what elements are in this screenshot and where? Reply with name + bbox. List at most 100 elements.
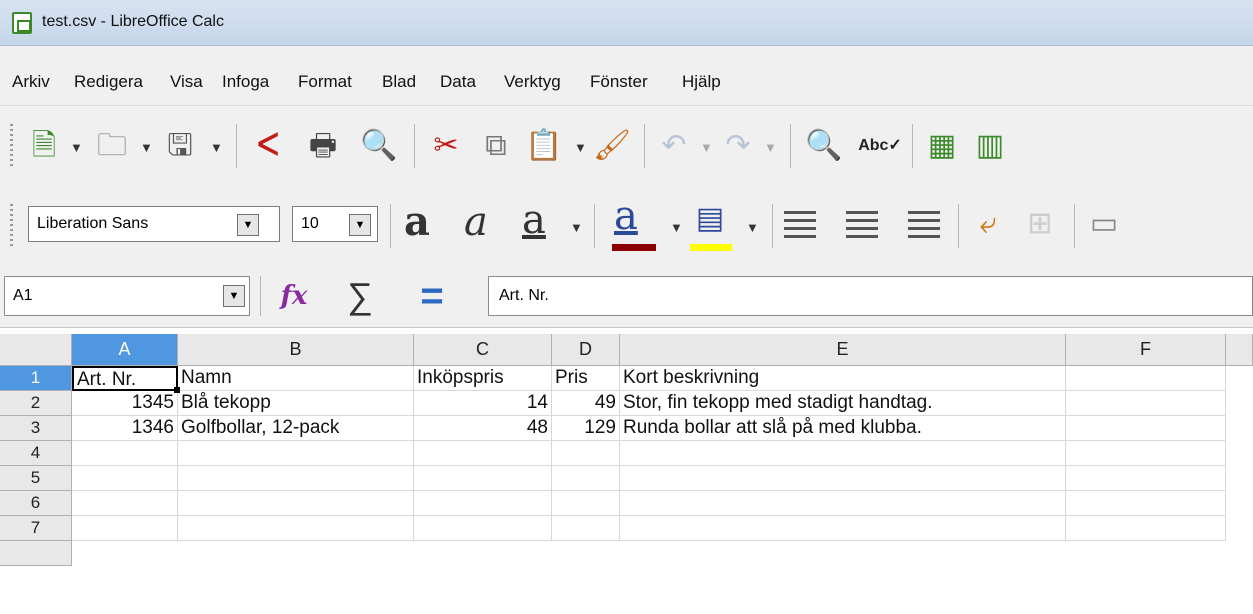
italic-icon[interactable]: a — [464, 202, 488, 242]
cell-d4[interactable] — [552, 441, 620, 466]
cell-b7[interactable] — [178, 516, 414, 541]
underline-dropdown-arrow[interactable]: ▼ — [570, 220, 583, 235]
cell-c4[interactable] — [414, 441, 552, 466]
function-wizard-icon[interactable]: fx — [274, 278, 314, 314]
column-header-b[interactable]: B — [178, 334, 414, 366]
name-box-dropdown-icon[interactable]: ▼ — [223, 285, 245, 307]
print-preview-icon[interactable]: 🔍 — [360, 128, 398, 164]
cell-a1[interactable]: Art. Nr. — [72, 366, 180, 393]
cell-a5[interactable] — [72, 466, 178, 491]
cell-d2[interactable]: 49 — [552, 391, 620, 416]
insert-row-icon[interactable]: ▦ — [924, 128, 960, 164]
cell-a2[interactable]: 1345 — [72, 391, 178, 416]
cell-e7[interactable] — [620, 516, 1066, 541]
cell-e2[interactable]: Stor, fin tekopp med stadigt handtag. — [620, 391, 1066, 416]
menu-fonster[interactable]: Fönster — [590, 72, 648, 92]
menu-data[interactable]: Data — [440, 72, 476, 92]
cut-icon[interactable]: ✂ — [428, 128, 464, 164]
align-top-icon[interactable]: ▭ — [1086, 206, 1122, 242]
open-dropdown-arrow[interactable]: ▼ — [140, 140, 153, 155]
row-header-7[interactable]: 7 — [0, 516, 72, 541]
column-header-g[interactable] — [1226, 334, 1253, 366]
cell-a3[interactable]: 1346 — [72, 416, 178, 441]
highlight-dropdown-arrow[interactable]: ▼ — [746, 220, 759, 235]
name-box[interactable]: A1 ▼ — [4, 276, 250, 316]
cell-e4[interactable] — [620, 441, 1066, 466]
cell-a6[interactable] — [72, 491, 178, 516]
cell-e6[interactable] — [620, 491, 1066, 516]
insert-column-icon[interactable]: ▥ — [972, 128, 1008, 164]
row-header-1[interactable]: 1 — [0, 366, 72, 391]
new-dropdown-arrow[interactable]: ▼ — [70, 140, 83, 155]
sum-icon[interactable]: ∑ — [340, 276, 380, 316]
clone-formatting-icon[interactable]: 🖌 — [593, 128, 631, 164]
undo-dropdown-arrow[interactable]: ▼ — [700, 140, 713, 155]
select-all-corner[interactable] — [0, 334, 72, 366]
row-header-4[interactable]: 4 — [0, 441, 72, 466]
font-color-icon[interactable]: a — [614, 196, 638, 236]
cell-b1[interactable]: Namn — [178, 366, 414, 391]
cell-d5[interactable] — [552, 466, 620, 491]
cell-b3[interactable]: Golfbollar, 12-pack — [178, 416, 414, 441]
cell-e3[interactable]: Runda bollar att slå på med klubba. — [620, 416, 1066, 441]
open-icon[interactable]: 🗀 — [92, 128, 132, 164]
column-header-e[interactable]: E — [620, 334, 1066, 366]
save-dropdown-arrow[interactable]: ▼ — [210, 140, 223, 155]
font-name-dropdown-icon[interactable]: ▼ — [237, 214, 259, 236]
formula-icon[interactable]: = — [412, 276, 452, 316]
font-size-combo[interactable]: 10 ▼ — [292, 206, 378, 242]
cell-c5[interactable] — [414, 466, 552, 491]
font-color-dropdown-arrow[interactable]: ▼ — [670, 220, 683, 235]
row-header-3[interactable]: 3 — [0, 416, 72, 441]
cell-f5[interactable] — [1066, 466, 1226, 491]
menu-verktyg[interactable]: Verktyg — [504, 72, 561, 92]
align-right-icon[interactable] — [908, 211, 940, 241]
cell-a7[interactable] — [72, 516, 178, 541]
paste-icon[interactable]: 📋 — [525, 128, 562, 164]
cell-d3[interactable]: 129 — [552, 416, 620, 441]
column-header-f[interactable]: F — [1066, 334, 1226, 366]
cell-a4[interactable] — [72, 441, 178, 466]
cell-c3[interactable]: 48 — [414, 416, 552, 441]
cell-c2[interactable]: 14 — [414, 391, 552, 416]
cell-d6[interactable] — [552, 491, 620, 516]
align-center-icon[interactable] — [846, 211, 878, 241]
print-icon[interactable]: 🖶 — [304, 128, 342, 164]
find-replace-icon[interactable]: 🔍 — [804, 128, 844, 164]
cell-b6[interactable] — [178, 491, 414, 516]
new-document-icon[interactable]: 🗎 — [26, 128, 62, 164]
formula-input[interactable]: Art. Nr. — [488, 276, 1253, 316]
cell-f1[interactable] — [1066, 366, 1226, 391]
toolbar-grip[interactable] — [10, 204, 13, 248]
row-header-6[interactable]: 6 — [0, 491, 72, 516]
cell-b2[interactable]: Blå tekopp — [178, 391, 414, 416]
column-header-c[interactable]: C — [414, 334, 552, 366]
row-header-8[interactable] — [0, 541, 72, 566]
align-left-icon[interactable] — [784, 211, 816, 241]
cell-c7[interactable] — [414, 516, 552, 541]
menu-arkiv[interactable]: Arkiv — [12, 72, 50, 92]
column-header-d[interactable]: D — [552, 334, 620, 366]
menu-redigera[interactable]: Redigera — [74, 72, 143, 92]
cell-b5[interactable] — [178, 466, 414, 491]
row-header-2[interactable]: 2 — [0, 391, 72, 416]
save-icon[interactable]: 🖫 — [162, 128, 198, 164]
cell-d7[interactable] — [552, 516, 620, 541]
paste-dropdown-arrow[interactable]: ▼ — [574, 140, 587, 155]
menu-blad[interactable]: Blad — [382, 72, 416, 92]
bold-icon[interactable]: a — [404, 202, 430, 242]
cell-f6[interactable] — [1066, 491, 1226, 516]
cell-e1[interactable]: Kort beskrivning — [620, 366, 1066, 391]
menu-format[interactable]: Format — [298, 72, 352, 92]
redo-dropdown-arrow[interactable]: ▼ — [764, 140, 777, 155]
menu-visa[interactable]: Visa — [170, 72, 203, 92]
cell-f2[interactable] — [1066, 391, 1226, 416]
highlight-icon[interactable]: ▤ — [688, 202, 732, 236]
cell-b4[interactable] — [178, 441, 414, 466]
cell-c1[interactable]: Inköpspris — [414, 366, 552, 391]
cell-f7[interactable] — [1066, 516, 1226, 541]
underline-icon[interactable]: a — [522, 200, 546, 240]
cell-f4[interactable] — [1066, 441, 1226, 466]
spelling-icon[interactable]: Abc✓ — [858, 128, 902, 164]
cell-c6[interactable] — [414, 491, 552, 516]
